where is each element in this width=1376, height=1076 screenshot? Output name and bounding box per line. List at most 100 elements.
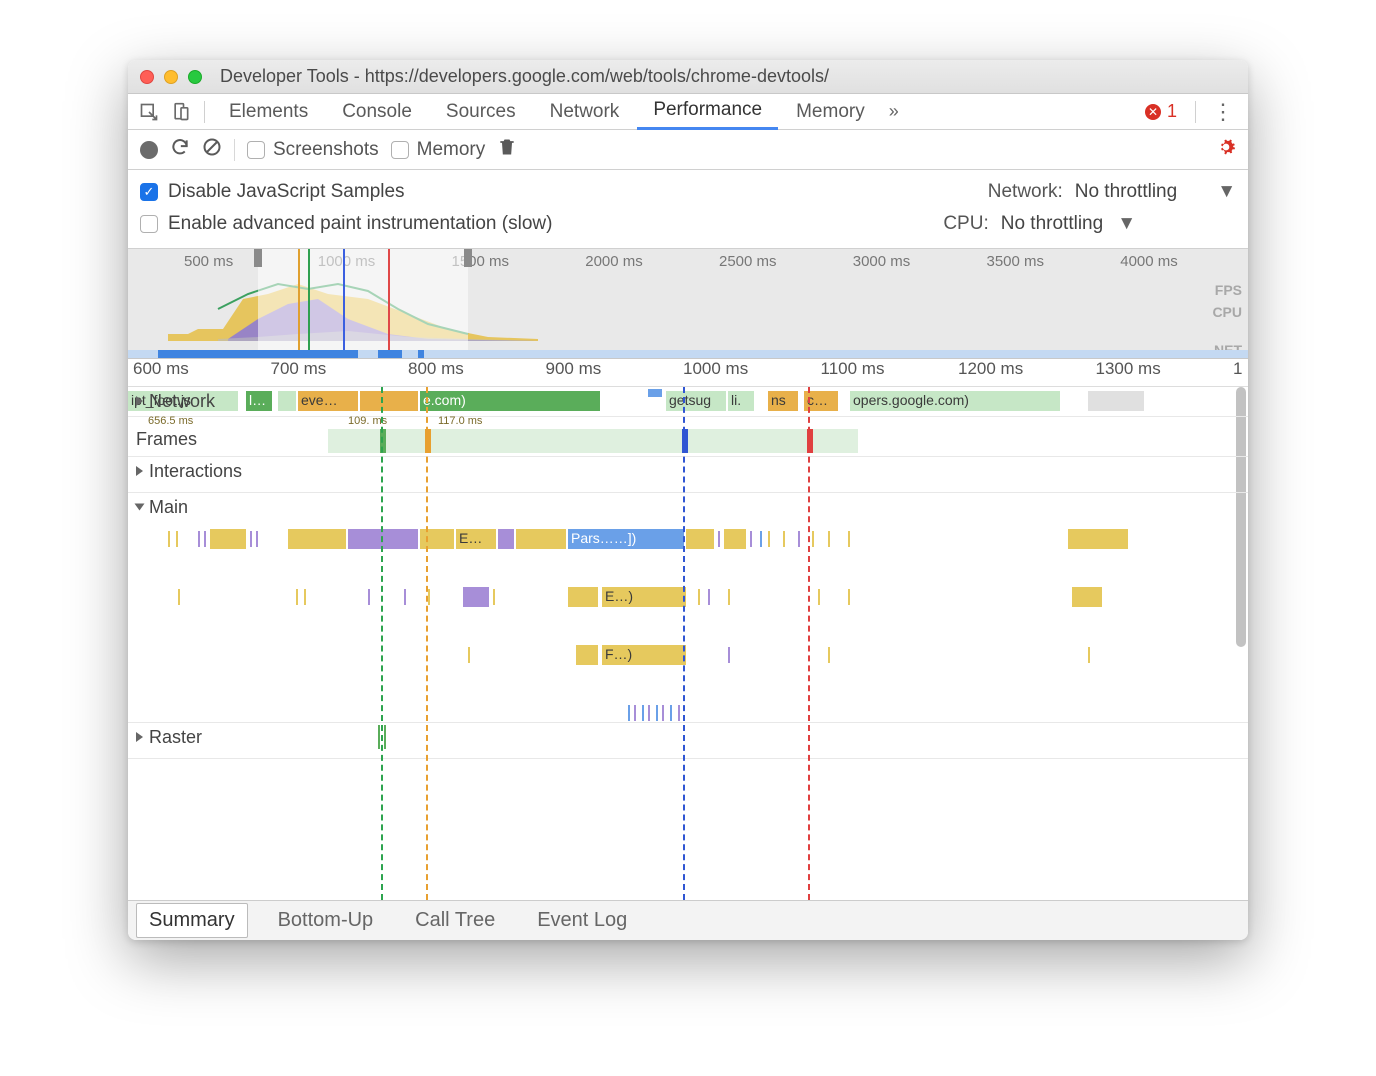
net-bar[interactable]	[360, 391, 418, 411]
details-tabstrip: Summary Bottom-Up Call Tree Event Log	[128, 900, 1248, 940]
enable-paint-instrumentation-checkbox[interactable]: Enable advanced paint instrumentation (s…	[140, 213, 552, 235]
track-main[interactable]: Main E… Pars……])	[128, 493, 1248, 723]
network-label: Network:	[988, 181, 1063, 203]
devtools-menu-icon[interactable]: ⋮	[1204, 99, 1242, 125]
minimize-window-button[interactable]	[164, 70, 178, 84]
checkbox-icon	[140, 215, 158, 233]
overview-lane-labels: FPS CPU NET	[1212, 279, 1242, 361]
detail-ruler: 600 ms 700 ms 800 ms 900 ms 1000 ms 1100…	[128, 359, 1248, 387]
toggle-device-icon[interactable]	[166, 97, 196, 127]
checkbox-icon	[247, 141, 265, 159]
track-raster[interactable]: Raster	[128, 723, 1248, 759]
net-bar[interactable]	[1088, 391, 1144, 411]
console-error-badge[interactable]: ✕ 1	[1135, 101, 1187, 122]
divider	[234, 139, 235, 161]
cpu-label: CPU	[1212, 301, 1242, 323]
flame-chart-area[interactable]: Network ipt_foot.js l… eve… e.com) getsu…	[128, 387, 1248, 900]
details-tab-event-log[interactable]: Event Log	[525, 904, 639, 937]
frame-marker[interactable]	[425, 429, 431, 453]
frame-marker[interactable]	[807, 429, 813, 453]
flame-event[interactable]: E…)	[602, 587, 686, 607]
net-bar[interactable]: getsug	[666, 391, 726, 411]
disable-js-samples-checkbox[interactable]: ✓ Disable JavaScript Samples	[140, 181, 405, 203]
disclosure-triangle-icon[interactable]	[136, 466, 143, 476]
checkbox-checked-icon: ✓	[140, 183, 158, 201]
net-bar[interactable]	[278, 391, 296, 411]
frame-time-label: 117.0 ms	[438, 415, 482, 427]
track-main-label: Main	[149, 497, 188, 518]
capture-settings-panel: ✓ Disable JavaScript Samples Network: No…	[128, 170, 1248, 249]
net-bar[interactable]: e.com)	[420, 391, 600, 411]
inspect-element-icon[interactable]	[134, 97, 164, 127]
frame-marker[interactable]	[380, 429, 386, 453]
timeline-overview[interactable]: 500 ms 1000 ms 1500 ms 2000 ms 2500 ms 3…	[128, 249, 1248, 359]
tab-memory[interactable]: Memory	[780, 94, 881, 130]
net-bar[interactable]: c…	[804, 391, 838, 411]
memory-checkbox[interactable]: Memory	[391, 139, 486, 161]
disclosure-triangle-icon[interactable]	[136, 732, 143, 742]
frame-bar[interactable]	[518, 429, 524, 453]
reload-record-icon[interactable]	[170, 137, 190, 162]
tab-console[interactable]: Console	[326, 94, 428, 130]
disclosure-triangle-open-icon[interactable]	[135, 504, 145, 511]
garbage-collect-icon[interactable]	[497, 137, 517, 162]
net-bar[interactable]: l…	[246, 391, 272, 411]
marker-green	[308, 249, 310, 350]
details-tab-call-tree[interactable]: Call Tree	[403, 904, 507, 937]
tab-performance[interactable]: Performance	[637, 94, 778, 130]
record-button[interactable]	[140, 141, 158, 159]
net-bar[interactable]: opers.google.com)	[850, 391, 1060, 411]
details-tab-bottom-up[interactable]: Bottom-Up	[266, 904, 386, 937]
traffic-lights	[140, 70, 202, 84]
more-tabs-icon[interactable]: »	[883, 101, 905, 122]
performance-toolbar: Screenshots Memory	[128, 130, 1248, 170]
capture-settings-icon[interactable]	[1216, 137, 1236, 163]
track-frames-label: Frames	[136, 429, 197, 450]
track-frames[interactable]: Frames 656.5 ms 109. ms 117.0 ms	[128, 417, 1248, 457]
tab-sources[interactable]: Sources	[430, 94, 532, 130]
overview-selection-window[interactable]	[258, 249, 468, 358]
details-tab-summary[interactable]: Summary	[136, 903, 248, 938]
network-throttle-select[interactable]: No throttling ▼	[1075, 181, 1236, 203]
screenshots-checkbox[interactable]: Screenshots	[247, 139, 379, 161]
chevron-down-icon: ▼	[1117, 213, 1136, 235]
disable-js-label: Disable JavaScript Samples	[168, 181, 405, 203]
track-raster-label: Raster	[149, 727, 202, 748]
error-count: 1	[1167, 101, 1177, 122]
tab-elements[interactable]: Elements	[213, 94, 324, 130]
flame-event[interactable]: F…)	[602, 645, 686, 665]
network-value: No throttling	[1075, 181, 1177, 203]
net-bar[interactable]: ns	[768, 391, 798, 411]
frame-bar[interactable]	[693, 429, 705, 453]
cpu-throttle-select[interactable]: No throttling ▼	[1001, 213, 1136, 235]
frame-marker[interactable]	[682, 429, 688, 453]
marker-blue	[343, 249, 345, 350]
net-bar[interactable]	[648, 389, 662, 397]
disclosure-triangle-icon[interactable]	[136, 396, 143, 406]
cpu-value: No throttling	[1001, 213, 1103, 235]
marker-orange	[298, 249, 300, 350]
track-network-label: Network	[149, 391, 215, 412]
zoom-window-button[interactable]	[188, 70, 202, 84]
frame-bar[interactable]	[328, 429, 858, 453]
flame-event[interactable]: Pars……])	[568, 529, 684, 549]
fps-label: FPS	[1212, 279, 1242, 301]
panel-tabstrip: Elements Console Sources Network Perform…	[128, 94, 1248, 130]
track-interactions[interactable]: Interactions	[128, 457, 1248, 493]
clear-icon[interactable]	[202, 137, 222, 162]
tab-network[interactable]: Network	[534, 94, 636, 130]
frame-time-label: 109. ms	[348, 415, 387, 427]
enable-paint-label: Enable advanced paint instrumentation (s…	[168, 213, 552, 235]
close-window-button[interactable]	[140, 70, 154, 84]
frame-bar[interactable]	[528, 429, 534, 453]
error-icon: ✕	[1145, 104, 1161, 120]
divider	[1195, 101, 1196, 123]
window-title: Developer Tools - https://developers.goo…	[220, 66, 829, 87]
overview-net-lane	[128, 350, 1248, 358]
net-bar[interactable]: li.	[728, 391, 754, 411]
net-bar[interactable]: eve…	[298, 391, 358, 411]
track-network[interactable]: Network ipt_foot.js l… eve… e.com) getsu…	[128, 387, 1248, 417]
frame-bar[interactable]	[708, 429, 718, 453]
flame-event[interactable]: E…	[456, 529, 496, 549]
window-titlebar: Developer Tools - https://developers.goo…	[128, 60, 1248, 94]
